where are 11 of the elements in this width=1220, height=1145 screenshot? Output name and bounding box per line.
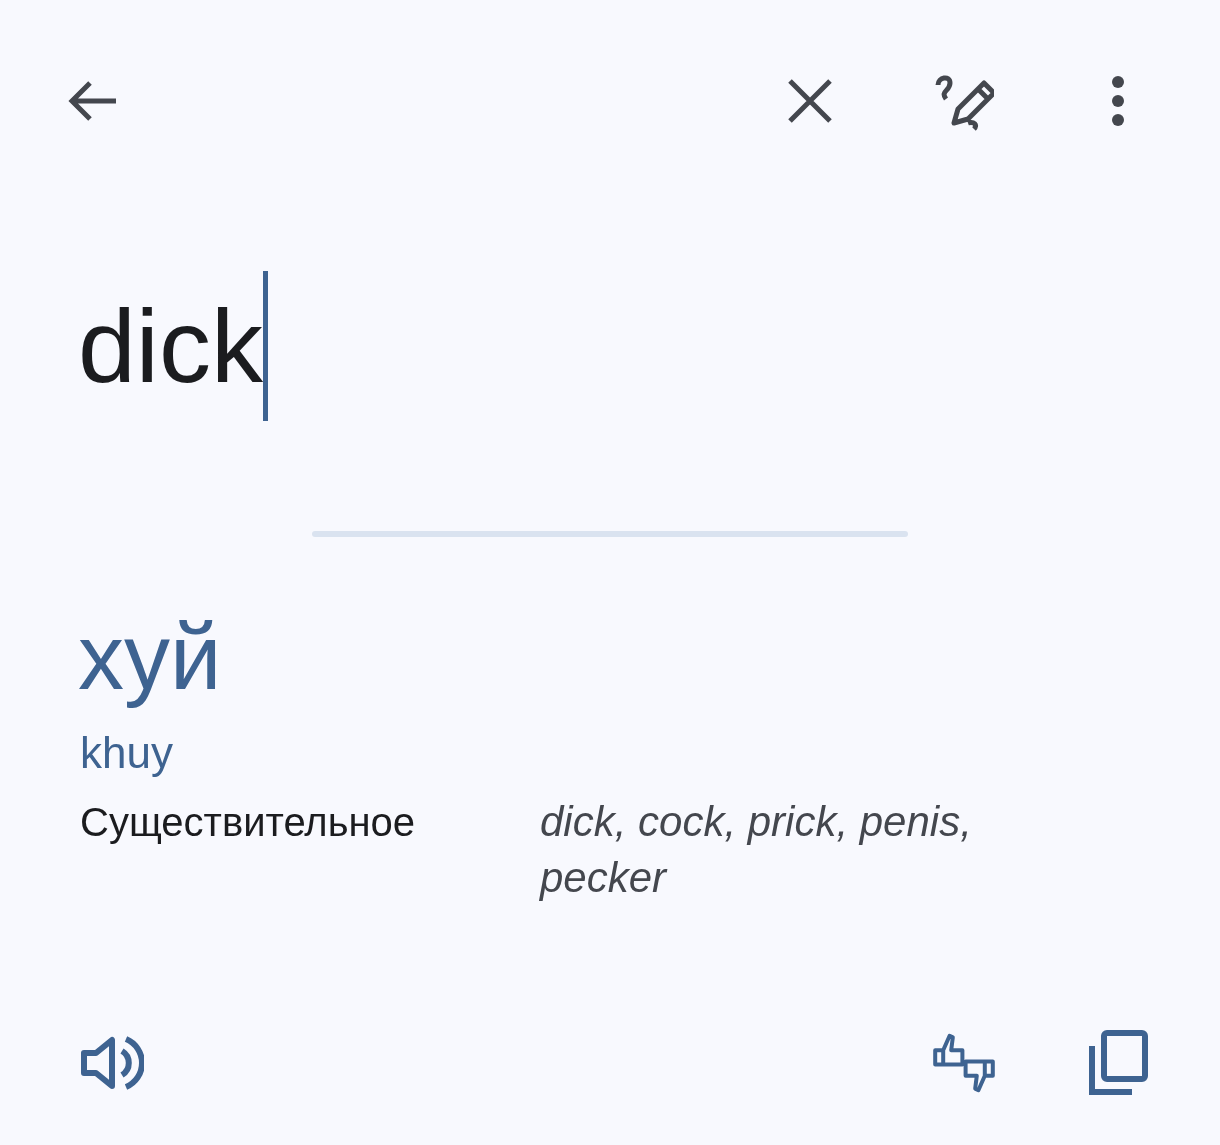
synonyms-text: dick, cock, prick, penis, pecker xyxy=(540,797,973,904)
copy-button[interactable] xyxy=(1086,1031,1150,1095)
transliteration-text: khuy xyxy=(80,728,174,779)
translation-text: хуй xyxy=(78,607,223,709)
input-field[interactable]: dick xyxy=(78,294,263,398)
rate-button[interactable] xyxy=(932,1031,996,1095)
copy-icon xyxy=(1088,1030,1148,1096)
more-icon xyxy=(1110,75,1126,127)
close-icon xyxy=(787,78,833,124)
part-of-speech: Существительное xyxy=(80,799,417,847)
speaker-icon xyxy=(80,1035,144,1091)
